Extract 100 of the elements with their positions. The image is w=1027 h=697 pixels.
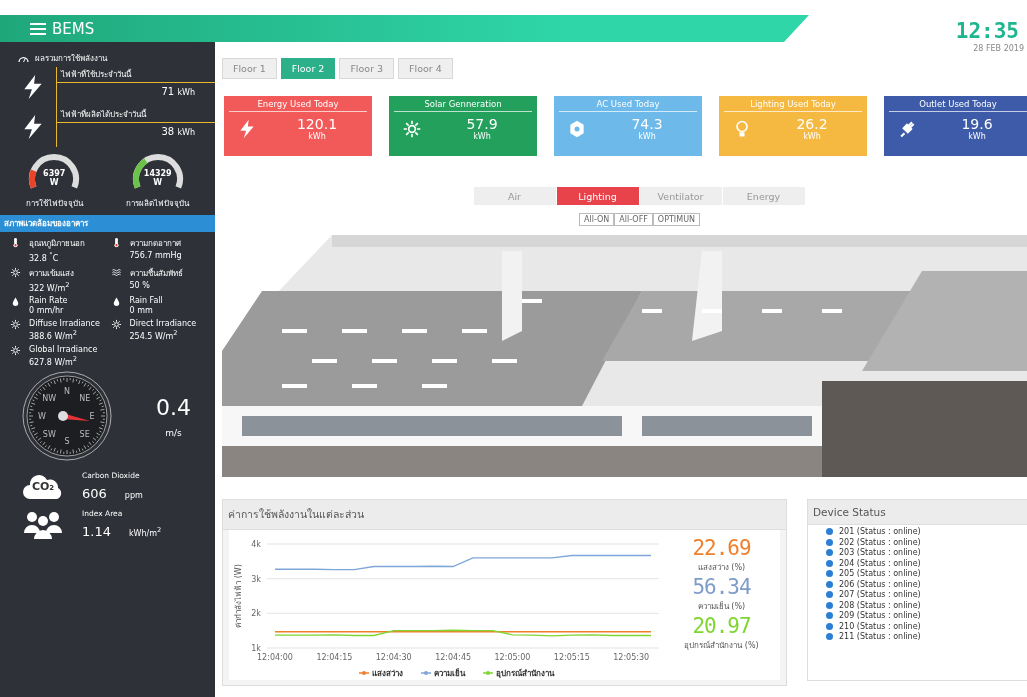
axis-tick-label: 2k	[251, 609, 261, 619]
system-tab[interactable]: Energy	[722, 187, 806, 205]
waves-icon	[110, 266, 122, 278]
axis-tick-label: 3k	[251, 574, 261, 584]
status-dot	[826, 633, 833, 640]
menu-icon[interactable]	[30, 22, 46, 35]
floor-tab[interactable]: Floor 3	[339, 58, 395, 79]
percent-value: 20.97	[692, 614, 751, 638]
percent-label: แสงสว่าง (%)	[697, 562, 746, 574]
status-dot	[826, 538, 833, 546]
axis-tick-label: 12:05:15	[553, 653, 590, 662]
floor-tab[interactable]: Floor 4	[398, 58, 453, 79]
axis-tick-label: 12:05:30	[613, 653, 650, 662]
metric-unit: kWh/m$^{2}$	[128, 525, 162, 538]
axis-tick-label: 12:04:30	[375, 653, 412, 662]
legend-label: ความเย็น	[434, 667, 466, 678]
section-header: สภาพแวดล้อมของอาคาร	[0, 215, 215, 232]
compass-needle	[58, 410, 90, 421]
status-dot	[826, 528, 833, 535]
legend-item[interactable]: ความเย็น	[420, 669, 465, 678]
card-value: 26.2	[796, 116, 828, 132]
legend-item[interactable]: แสงสว่าง	[358, 669, 403, 678]
legend-item[interactable]: อุปกรณ์สำนักงาน	[482, 669, 554, 678]
device-status: 204 (Status : online)	[839, 558, 921, 568]
axis-tick-label: 12:05:00	[494, 653, 531, 662]
compass-label: W	[38, 411, 46, 421]
compass-label: NW	[42, 393, 57, 403]
control-button[interactable]: All-ON	[579, 213, 615, 226]
compass-label: N	[64, 386, 70, 396]
card-value: 19.6	[961, 116, 993, 132]
sun-icon	[10, 319, 21, 331]
wind-unit: m/s	[165, 428, 182, 439]
device-status: 209 (Status : online)	[839, 611, 921, 620]
card-title: Outlet Used Today	[889, 96, 1027, 112]
metric-value: 606	[82, 485, 107, 501]
sensor-value: 322 W/m$^{2}$	[29, 280, 71, 293]
gauge-label: การใช้ไฟปัจจุบัน	[25, 198, 83, 210]
sensor-label: ความเข้มแสง	[29, 267, 74, 280]
sensor-value: 254.5 W/m$^{2}$	[129, 329, 179, 341]
sensor-label: ความกดอากาศ	[129, 238, 182, 250]
status-dot	[826, 559, 833, 567]
wind-speed: 0.4	[156, 395, 191, 421]
sensor-label: Rain Rate	[29, 296, 68, 306]
card-value: 120.1	[296, 116, 338, 132]
system-tab[interactable]: Air	[473, 187, 557, 205]
card-title: AC Used Today	[559, 96, 697, 112]
sensor-value: 0 mm	[129, 306, 154, 316]
status-dot	[826, 612, 833, 619]
energy-label: ไฟฟ้าที่ใช้ประจำวันนี้	[57, 67, 215, 83]
card-value: 57.9	[466, 116, 498, 132]
energy-value: 71 kWh	[160, 85, 196, 97]
axis-tick-label: 1k	[251, 644, 261, 653]
gauge-label: การผลิตไฟปัจจุบัน	[126, 198, 190, 210]
card-unit: kWh	[638, 132, 656, 141]
percent-value: 56.34	[692, 575, 751, 599]
co2-label: CO₂	[30, 479, 56, 493]
sensor-label: Diffuse Irradiance	[29, 319, 100, 329]
sensor-label: Global Irradiance	[29, 344, 98, 354]
status-dot	[826, 622, 833, 630]
card-title: Solar Genneration	[394, 96, 532, 112]
sensor-label: Direct Irradiance	[129, 319, 197, 329]
floor-tab[interactable]: Floor 2	[280, 58, 336, 79]
status-dot	[826, 580, 833, 588]
card-unit: kWh	[473, 132, 491, 141]
system-tab[interactable]: Ventilator	[639, 187, 723, 205]
status-dot	[826, 601, 833, 609]
control-button[interactable]: OPTIMUN	[652, 213, 700, 226]
status-dot	[826, 570, 833, 577]
control-button[interactable]: All-OFF	[614, 213, 653, 226]
sun-icon	[110, 319, 122, 331]
axis-tick-label: 12:04:45	[435, 653, 472, 662]
energy-value: 38 kWh	[160, 125, 196, 137]
device-status: 205 (Status : online)	[839, 569, 921, 578]
sensor-value: 50 %	[129, 280, 151, 290]
device-status: 208 (Status : online)	[839, 600, 921, 610]
floor-tab[interactable]: Floor 1	[222, 58, 277, 79]
device-status: 207 (Status : online)	[839, 590, 921, 599]
axis-tick-label: 12:04:00	[257, 653, 293, 662]
legend-label: อุปกรณ์สำนักงาน	[496, 668, 555, 679]
metric-value: 1.14	[82, 523, 111, 539]
system-tab[interactable]: Lighting	[556, 187, 640, 205]
drop-icon	[10, 296, 21, 308]
compass-label: SW	[42, 429, 56, 439]
card-unit: kWh	[803, 132, 821, 141]
section-title: ผลรวมการใช้พลังงาน	[35, 53, 107, 65]
sensor-label: Rain Fall	[129, 296, 163, 306]
panel-title: Device Status	[808, 500, 1027, 525]
panel-title: ค่าการใช้พลังงานในแต่ละส่วน	[223, 500, 786, 530]
card-title: Lighting Used Today	[724, 96, 862, 112]
legend-label: แสงสว่าง	[372, 669, 403, 678]
compass-label: SE	[79, 429, 90, 439]
percent-label: ความเย็น (%)	[697, 600, 746, 613]
clock: 12:35	[955, 20, 1019, 42]
device-status: 210 (Status : online)	[839, 621, 921, 631]
sensor-value: 627.8 W/m$^{2}$	[29, 354, 79, 367]
app-title: BEMS	[30, 19, 95, 38]
compass-label: S	[64, 436, 70, 446]
compass-label: E	[89, 411, 95, 421]
percent-label: อุปกรณ์สำนักงาน (%)	[684, 640, 759, 652]
sensor-value: 388.6 W/m$^{2}$	[29, 329, 79, 341]
